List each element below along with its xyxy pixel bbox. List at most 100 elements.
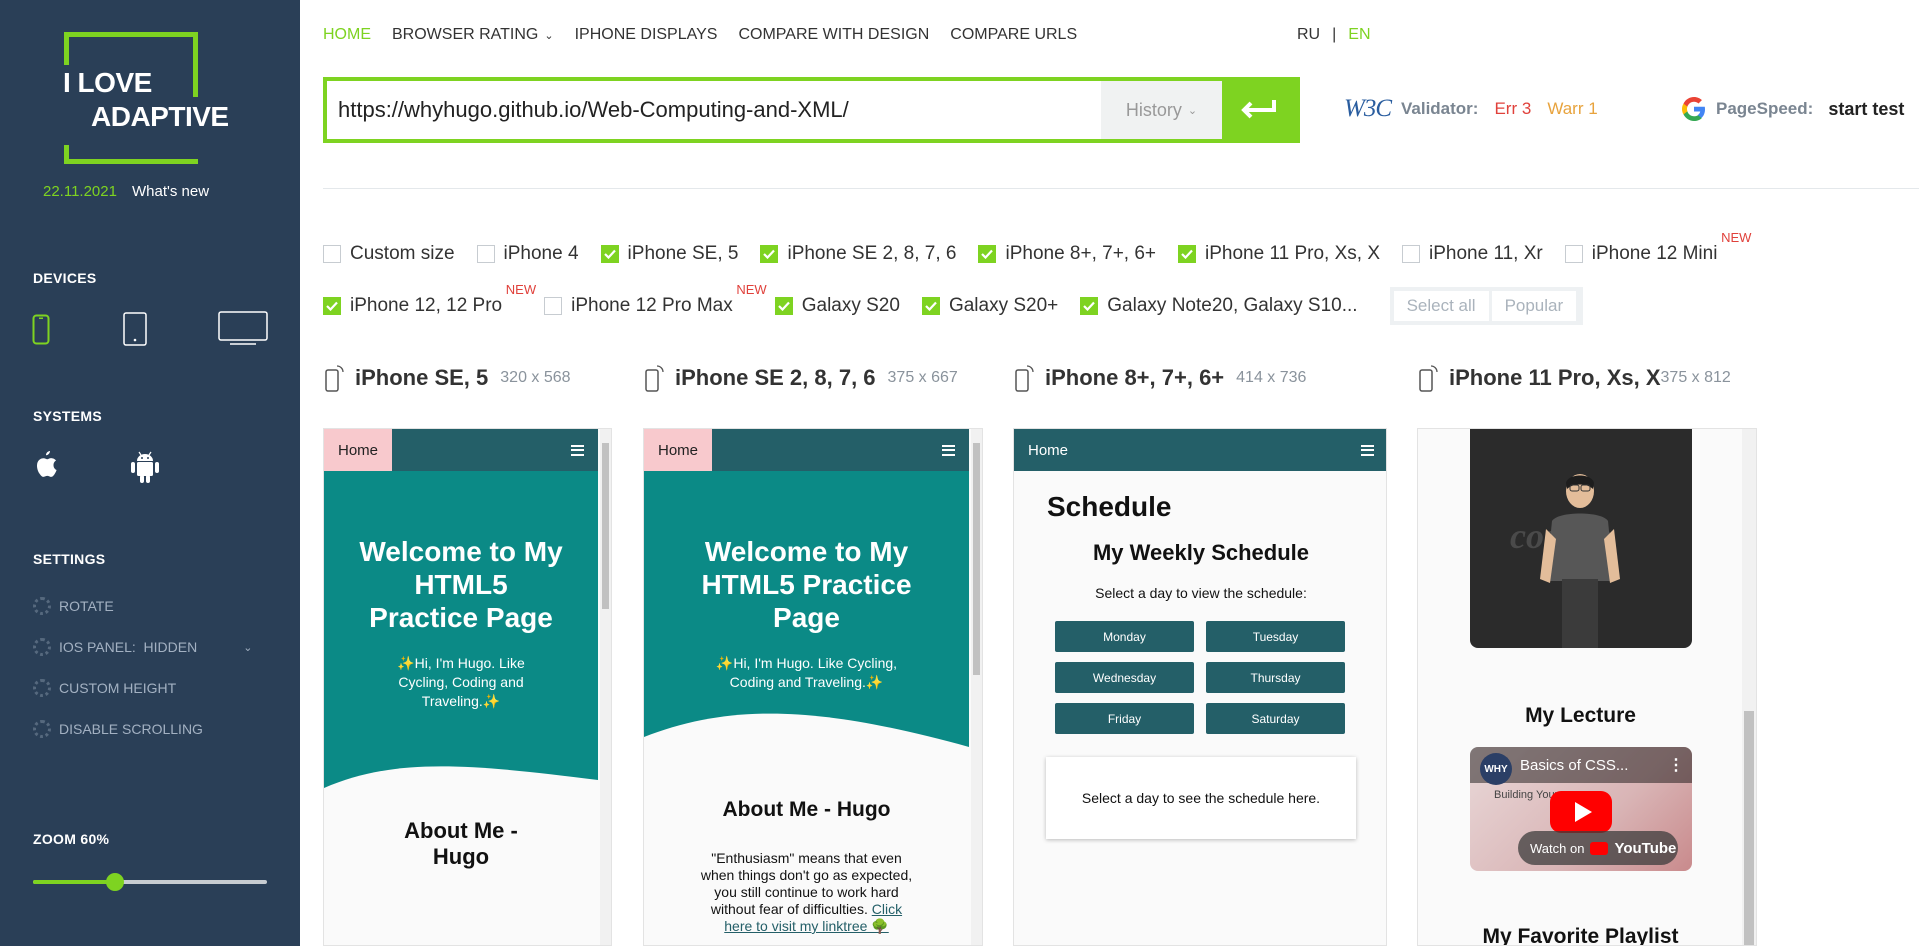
w3c-logo-icon: W3C: [1344, 95, 1392, 122]
video-title[interactable]: Basics of CSS...: [1520, 757, 1628, 774]
url-input[interactable]: https://whyhugo.github.io/Web-Computing-…: [327, 81, 1101, 139]
day-button-wednesday[interactable]: Wednesday: [1055, 662, 1194, 693]
youtube-embed[interactable]: WHY Basics of CSS... ⋮ Building Your Wat…: [1470, 747, 1692, 871]
rotate-phone-icon[interactable]: [643, 364, 665, 392]
watch-on-youtube-button[interactable]: Watch on YouTube: [1518, 831, 1678, 865]
device-checkboxes-row1: Custom size iPhone 4 iPhone SE, 5 iPhone SE…: [323, 230, 1759, 265]
device-checkbox-iphone-12-mini[interactable]: iPhone 12 Mini NEW: [1564, 230, 1751, 265]
checkbox-checked-icon[interactable]: [1080, 297, 1099, 315]
weekly-schedule-heading: My Weekly Schedule: [1092, 540, 1309, 565]
about-heading: About Me - Hugo: [404, 818, 518, 869]
custom-height-setting[interactable]: CUSTOM HEIGHT: [33, 679, 176, 697]
device-checkbox-iphone-se-2-8-7-6[interactable]: iPhone SE 2, 8, 7, 6: [760, 243, 956, 265]
rotate-setting[interactable]: ROTATE: [33, 597, 114, 615]
checkbox-unchecked-icon[interactable]: [544, 297, 563, 315]
checkbox-checked-icon[interactable]: [760, 245, 779, 263]
device-checkbox-iphone-12-12-pro[interactable]: iPhone 12, 12 Pro NEW: [323, 282, 536, 317]
go-button[interactable]: [1222, 81, 1296, 139]
chevron-down-icon: ⌄: [243, 641, 253, 654]
scrollbar[interactable]: [971, 429, 982, 945]
device-frame-iphone-se-5[interactable]: Home Welcome to My HTML5 Practice Page ✨…: [323, 428, 612, 946]
ios-panel-setting[interactable]: IOS PANEL: HIDDEN ⌄: [33, 638, 252, 656]
checkbox-checked-icon[interactable]: [1178, 245, 1197, 263]
site-home-link[interactable]: Home: [1014, 442, 1068, 459]
checkbox-checked-icon[interactable]: [774, 297, 793, 315]
nav-browser-rating[interactable]: BROWSER RATING ⌄: [392, 26, 554, 44]
nav-home[interactable]: HOME: [323, 26, 371, 44]
pagespeed-start-test[interactable]: start test: [1828, 99, 1904, 120]
channel-avatar[interactable]: WHY: [1480, 753, 1512, 785]
device-checkbox-iphone-se-5[interactable]: iPhone SE, 5: [600, 243, 739, 265]
scrollbar-thumb[interactable]: [602, 443, 609, 609]
scrollbar-thumb[interactable]: [973, 443, 980, 675]
device-checkbox-custom-size[interactable]: Custom size: [323, 243, 455, 265]
scrollbar[interactable]: [1742, 429, 1756, 945]
rotate-phone-icon[interactable]: [323, 364, 345, 392]
lang-en[interactable]: EN: [1348, 26, 1370, 44]
w3c-validator[interactable]: W3C Validator: Err 3 Warr 1: [1344, 95, 1598, 123]
device-size: 414 x 736: [1236, 369, 1307, 386]
checkbox-checked-icon[interactable]: [978, 245, 997, 263]
lang-ru[interactable]: RU: [1297, 26, 1320, 44]
site-home-link[interactable]: Home: [644, 429, 713, 471]
device-frame-iphone-8-plus[interactable]: Home Schedule My Weekly Schedule Select …: [1013, 428, 1387, 946]
day-button-tuesday[interactable]: Tuesday: [1206, 621, 1345, 652]
nav-compare-with-design[interactable]: COMPARE WITH DESIGN: [738, 26, 929, 44]
hamburger-menu-icon[interactable]: [942, 444, 955, 456]
history-dropdown[interactable]: History ⌄: [1101, 81, 1222, 139]
device-checkbox-iphone-11-pro-xs-x[interactable]: iPhone 11 Pro, Xs, X: [1178, 243, 1380, 265]
validator-warnings[interactable]: Warr 1: [1547, 99, 1597, 119]
nav-compare-urls[interactable]: COMPARE URLS: [950, 26, 1077, 44]
site-home-link[interactable]: Home: [324, 429, 393, 471]
checkbox-unchecked-icon[interactable]: [476, 245, 495, 263]
nav-iphone-displays[interactable]: IPHONE DISPLAYS: [575, 26, 718, 44]
zoom-slider[interactable]: [33, 873, 267, 891]
about-heading: About Me - Hugo: [722, 798, 891, 821]
day-button-thursday[interactable]: Thursday: [1206, 662, 1345, 693]
checkbox-label: Galaxy Note20, Galaxy S10...: [1107, 295, 1358, 316]
checkbox-unchecked-icon[interactable]: [1402, 245, 1421, 263]
device-checkbox-galaxy-note20-galaxy-s10[interactable]: Galaxy Note20, Galaxy S10...: [1080, 295, 1358, 317]
disable-scrolling-setting[interactable]: DISABLE SCROLLING: [33, 720, 203, 738]
hamburger-menu-icon[interactable]: [571, 444, 584, 456]
select-day-text: Select a day to view the schedule:: [1095, 585, 1307, 601]
apple-icon[interactable]: [32, 449, 58, 479]
popular-button[interactable]: Popular: [1491, 291, 1577, 321]
checkbox-unchecked-icon[interactable]: [323, 245, 341, 263]
hamburger-menu-icon[interactable]: [1361, 444, 1374, 456]
device-frame-iphone-11-pro[interactable]: coscup My Lecture WHY Basics of CSS... ⋮…: [1417, 428, 1757, 946]
checkbox-checked-icon[interactable]: [600, 245, 619, 263]
select-all-button[interactable]: Select all: [1393, 291, 1489, 321]
more-options-icon[interactable]: ⋮: [1668, 755, 1684, 775]
device-checkbox-galaxy-s20[interactable]: Galaxy S20: [774, 295, 900, 317]
whats-new-link[interactable]: What's new: [132, 183, 209, 200]
tablet-icon[interactable]: [123, 312, 147, 346]
play-button-icon[interactable]: [1550, 791, 1612, 833]
device-checkbox-iphone-12-pro-max[interactable]: iPhone 12 Pro Max NEW: [544, 282, 767, 317]
rotate-phone-icon[interactable]: [1417, 364, 1439, 392]
checkbox-checked-icon[interactable]: [323, 297, 341, 315]
device-checkbox-iphone-4[interactable]: iPhone 4: [476, 243, 579, 265]
android-icon[interactable]: [129, 449, 161, 485]
zoom-slider-handle[interactable]: [105, 873, 124, 891]
scrollbar[interactable]: [600, 429, 611, 945]
device-name: iPhone SE, 5: [355, 365, 489, 390]
day-button-friday[interactable]: Friday: [1055, 703, 1194, 734]
phone-icon[interactable]: [32, 314, 50, 345]
checkbox-unchecked-icon[interactable]: [1564, 245, 1583, 263]
checkbox-checked-icon[interactable]: [921, 297, 940, 315]
day-button-saturday[interactable]: Saturday: [1206, 703, 1345, 734]
checkbox-label: iPhone SE, 5: [627, 243, 739, 264]
scrollbar-thumb[interactable]: [1744, 711, 1754, 945]
device-checkbox-galaxy-s20[interactable]: Galaxy S20+: [921, 295, 1058, 317]
language-switch: RU | EN: [1297, 26, 1371, 44]
desktop-icon[interactable]: [218, 311, 268, 345]
device-checkbox-iphone-11-xr[interactable]: iPhone 11, Xr: [1402, 243, 1543, 265]
logo[interactable]: I LOVE ADAPTIVE: [61, 32, 229, 164]
day-button-monday[interactable]: Monday: [1055, 621, 1194, 652]
rotate-phone-icon[interactable]: [1013, 364, 1035, 392]
wave-shape: [644, 713, 969, 752]
validator-errors[interactable]: Err 3: [1494, 99, 1531, 119]
device-checkbox-iphone-8-7-6[interactable]: iPhone 8+, 7+, 6+: [978, 243, 1156, 265]
device-frame-iphone-se-2[interactable]: Home Welcome to My HTML5 Practice Page ✨…: [643, 428, 983, 946]
